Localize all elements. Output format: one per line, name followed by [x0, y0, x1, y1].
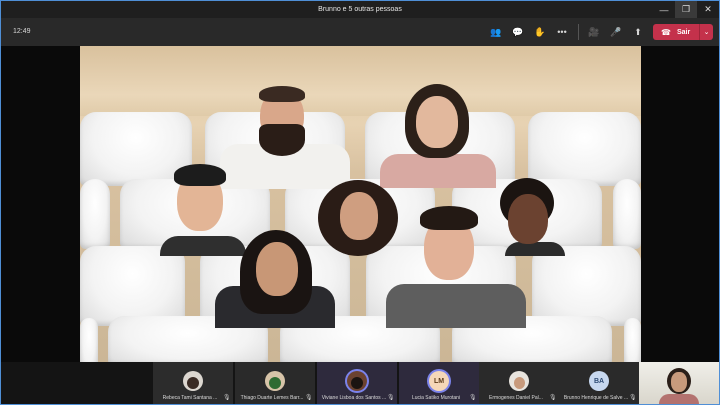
auditorium-scene [80, 46, 641, 362]
raise-hand-icon[interactable]: ✋ [532, 24, 548, 40]
microphone-icon: 🎙 [549, 395, 557, 401]
camera-icon[interactable]: 🎥 [586, 24, 602, 40]
close-button[interactable]: ✕ [697, 1, 719, 18]
avatar [509, 371, 529, 391]
microphone-icon: 🎙 [305, 395, 313, 401]
seat [532, 246, 641, 326]
avatar: LM [429, 371, 449, 391]
more-options-icon[interactable]: ••• [554, 24, 570, 40]
avatar [183, 371, 203, 391]
share-screen-icon[interactable]: ⬆ [630, 24, 646, 40]
participant-tile[interactable]: LM Lucia Satiko Murotani 🎙 [399, 362, 479, 404]
chat-icon[interactable]: 💬 [510, 24, 526, 40]
leave-button[interactable]: ☎ Sair ⌄ [653, 24, 713, 40]
avatar [265, 371, 285, 391]
seat [80, 179, 110, 249]
seat [613, 179, 641, 249]
title-bar: Brunno e 5 outras pessoas — ❐ ✕ [1, 1, 719, 18]
phone-hangup-icon: ☎ [661, 27, 671, 37]
seat [528, 112, 641, 186]
seat [624, 318, 641, 362]
participant-tile[interactable]: Ermogenes Daniel Pal... 🎙 [479, 362, 559, 404]
microphone-icon: 🎙 [223, 395, 231, 401]
participants-icon[interactable]: 👥 [488, 24, 504, 40]
participant-tile[interactable]: BA Brunno Henrique de Salve ... 🎙 [559, 362, 639, 404]
seat [80, 246, 185, 326]
participant-name: Ermogenes Daniel Pal... [489, 395, 543, 401]
maximize-button[interactable]: ❐ [675, 1, 697, 18]
participant-name: Brunno Henrique de Salve ... [563, 395, 629, 401]
participant-name: Lucia Satiko Murotani [411, 395, 461, 401]
avatar: BA [589, 371, 609, 391]
microphone-icon: 🎙 [469, 395, 477, 401]
toolbar-divider [578, 24, 579, 40]
leave-label: Sair [676, 28, 691, 36]
microphone-icon[interactable]: 🎤 [608, 24, 624, 40]
microphone-icon: 🎙 [629, 395, 637, 401]
participant-tile[interactable]: Viviane Lisboa dos Santos ... 🎙 [317, 362, 397, 404]
participant-name: Thiago Duarte Lemes Barr... [240, 395, 304, 401]
teams-window: Brunno e 5 outras pessoas — ❐ ✕ 12:49 👥 … [0, 0, 720, 405]
microphone-icon: 🎙 [387, 395, 395, 401]
participant-name: Rebeca Tami Santana ... [162, 395, 218, 401]
avatar [347, 371, 367, 391]
self-view-video[interactable] [639, 362, 719, 404]
leave-options-chevron-icon[interactable]: ⌄ [699, 24, 713, 40]
meeting-toolbar: 12:49 👥 💬 ✋ ••• 🎥 🎤 ⬆ ☎ Sair ⌄ [1, 18, 719, 46]
seat [80, 318, 98, 362]
meeting-timer: 12:49 [13, 28, 31, 35]
participant-tile[interactable]: Thiago Duarte Lemes Barr... 🎙 [235, 362, 315, 404]
participant-tile[interactable]: Rebeca Tami Santana ... 🎙 [153, 362, 233, 404]
participant-name: Viviane Lisboa dos Santos ... [321, 395, 387, 401]
window-title: Brunno e 5 outras pessoas [318, 6, 402, 13]
auditorium-wall [80, 46, 641, 116]
minimize-button[interactable]: — [653, 1, 675, 18]
participant-gallery: Rebeca Tami Santana ... 🎙 Thiago Duarte … [1, 362, 719, 404]
together-mode-stage [1, 46, 719, 362]
